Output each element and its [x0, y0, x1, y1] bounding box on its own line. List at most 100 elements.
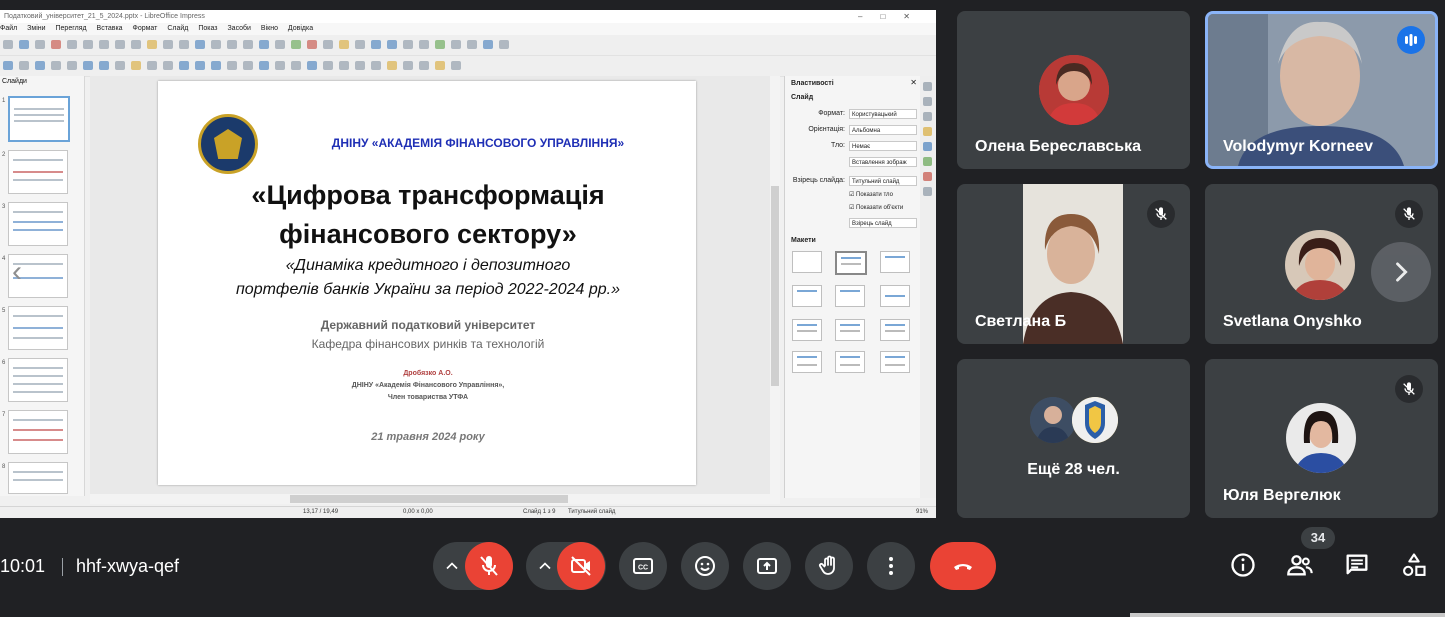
show-objects-label: Показати об'єкти [856, 205, 904, 211]
layout-option [880, 251, 910, 273]
slide-title-line: «Цифрова трансформація [251, 180, 605, 210]
more-participants-label: Ещё 28 чел. [1027, 461, 1120, 478]
orientation-select: Альбомна [849, 125, 917, 135]
menu-file: Файл [0, 25, 18, 32]
video-options-chevron-icon[interactable] [535, 556, 555, 576]
participant-tile[interactable]: Светлана Б [957, 184, 1190, 344]
people-icon[interactable] [1286, 551, 1314, 579]
slide-thumbnail-2 [8, 150, 68, 194]
layout-option [880, 319, 910, 341]
section-layouts: Макети [791, 237, 816, 244]
participant-tile-speaking[interactable]: Volodymyr Korneev [1205, 11, 1438, 169]
slide-number: 4 [2, 256, 6, 262]
slide-title-line: фінансового сектору» [279, 219, 577, 249]
audio-options-chevron-icon[interactable] [442, 556, 462, 576]
slide-thumbnail-6 [8, 358, 68, 402]
call-end-icon [954, 564, 972, 570]
participant-name: Светлана Б [975, 313, 1067, 330]
master-slide-label: Взірець слайда: [792, 177, 845, 184]
slide-thumbnail-5 [8, 306, 68, 350]
vertical-scrollbar [770, 76, 780, 496]
layout-option [792, 285, 822, 307]
previous-slide-nav: ‹ [12, 255, 22, 288]
menu-bar: Файл Зміни Перегляд Вставка Формат Слайд… [0, 23, 936, 35]
microphone-toggle-button[interactable] [465, 542, 513, 590]
sidebar-deck [920, 76, 936, 498]
camera-off-icon [571, 556, 591, 576]
more-vert-icon [889, 557, 893, 575]
menu-edit: Зміни [27, 25, 46, 32]
more-participants-tile[interactable]: Ещё 28 чел. [957, 359, 1190, 518]
slide-number: 3 [2, 204, 6, 210]
close-icon: ✕ [910, 78, 917, 87]
reactions-button[interactable] [681, 542, 729, 590]
current-slide: ДНІНУ «АКАДЕМІЯ ФІНАНСОВОГО УПРАВЛІННЯ» … [158, 81, 696, 485]
avatar [1030, 397, 1076, 443]
participant-name: Volodymyr Korneev [1223, 138, 1373, 155]
background-label: Тло: [831, 142, 845, 149]
taskbar-edge [1130, 613, 1445, 617]
avatar [1072, 397, 1118, 443]
more-options-button[interactable] [867, 542, 915, 590]
zoom-level: 91% [916, 509, 929, 515]
format-select: Користувацький [849, 109, 917, 119]
layout-option [792, 351, 822, 373]
slide-author-org: ДНІНУ «Академія Фінансового Управління», [351, 382, 505, 389]
master-slide-select: Титульний слайд [849, 176, 917, 186]
hand-icon [818, 555, 835, 575]
meeting-clock: 10:01 [0, 556, 46, 576]
layout-option [792, 319, 822, 341]
slide-thumbnail-8 [8, 462, 68, 494]
mic-off-icon [480, 556, 498, 576]
slide-thumbnail-1 [8, 96, 70, 142]
activities-icon[interactable] [1400, 551, 1428, 579]
camera-toggle-button[interactable] [557, 542, 605, 590]
slide-number: 6 [2, 360, 6, 366]
captions-button[interactable]: CC [619, 542, 667, 590]
slide-number: 8 [2, 464, 6, 470]
participant-tile[interactable]: Олена Береславська [957, 11, 1190, 169]
leave-call-button[interactable] [930, 542, 996, 590]
standard-toolbar [0, 35, 936, 56]
muted-icon [1395, 375, 1423, 403]
raise-hand-button[interactable] [805, 542, 853, 590]
muted-icon [1147, 200, 1175, 228]
menu-window: Вікно [260, 25, 278, 32]
participant-name: Юля Вергелюк [1223, 487, 1341, 504]
show-objects-checkbox: ☑ Показати об'єкти [849, 205, 904, 211]
academy-logo [198, 114, 258, 174]
closed-captions-icon: CC [633, 558, 653, 574]
layout-name: Титульний слайд [568, 509, 616, 515]
speaking-indicator-icon [1397, 26, 1425, 54]
cursor-position: 13,17 / 19,49 [303, 509, 339, 515]
layout-option [835, 351, 865, 373]
slide-number: 2 [2, 152, 6, 158]
meeting-info-icon[interactable] [1229, 551, 1257, 579]
horizontal-scrollbar [90, 494, 780, 504]
chat-icon[interactable] [1343, 551, 1371, 579]
status-bar: 13,17 / 19,49 0,00 x 0,00 Слайд 1 з 9 Ти… [0, 506, 936, 518]
menu-tools: Засоби [227, 25, 251, 32]
properties-sidebar: Властивості ✕ Слайд Формат: Користувацьк… [784, 76, 921, 498]
divider [62, 558, 63, 576]
avatar [1285, 230, 1355, 300]
slide-number: 5 [2, 308, 6, 314]
participant-tile[interactable]: Svetlana Onyshko [1205, 184, 1438, 344]
participant-count-badge: 34 [1301, 527, 1335, 549]
present-screen-button[interactable] [743, 542, 791, 590]
svg-text:CC: CC [638, 565, 648, 572]
avatar [1039, 55, 1109, 125]
slide-department: Кафедра фінансових ринків та технологій [311, 337, 545, 351]
show-background-label: Показати тло [856, 192, 893, 198]
slide-thumbnail-3 [8, 202, 68, 246]
participant-tile[interactable]: Юля Вергелюк [1205, 359, 1438, 518]
slide-counter: Слайд 1 з 9 [523, 509, 556, 515]
format-label: Формат: [818, 110, 845, 117]
layout-option [835, 285, 865, 307]
master-slides-button: Взірець слайд [849, 218, 917, 228]
present-screen-icon [757, 558, 777, 574]
object-size: 0,00 x 0,00 [403, 509, 433, 515]
next-participants-button[interactable] [1371, 242, 1431, 302]
orientation-label: Орієнтація: [808, 126, 845, 133]
slide-subtitle-line: портфелів банків України за період 2022-… [236, 281, 620, 298]
